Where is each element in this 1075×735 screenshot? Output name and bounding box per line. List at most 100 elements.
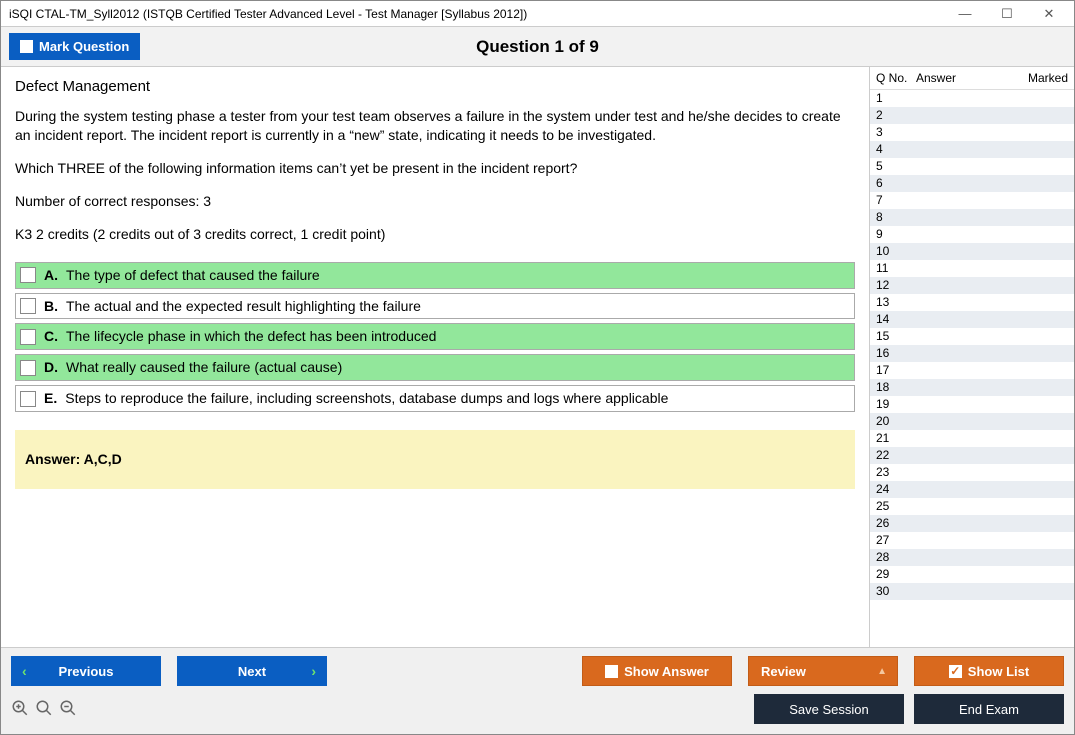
question-counter: Question 1 of 9	[1, 37, 1074, 57]
caret-up-icon: ▲	[877, 666, 887, 677]
zoom-out-icon[interactable]	[59, 699, 77, 720]
question-list-row[interactable]: 2	[870, 107, 1074, 124]
header-bar: Mark Question Question 1 of 9	[1, 27, 1074, 67]
question-list-row[interactable]: 20	[870, 413, 1074, 430]
question-list-row[interactable]: 15	[870, 328, 1074, 345]
question-number: 13	[876, 294, 916, 311]
question-list-row[interactable]: 21	[870, 430, 1074, 447]
question-number: 26	[876, 515, 916, 532]
question-number: 18	[876, 379, 916, 396]
question-number: 6	[876, 175, 916, 192]
show-answer-button[interactable]: Show Answer	[582, 656, 732, 686]
question-list-row[interactable]: 12	[870, 277, 1074, 294]
question-list[interactable]: 1234567891011121314151617181920212223242…	[870, 90, 1074, 647]
close-button[interactable]: ✕	[1028, 1, 1070, 27]
option-text: The lifecycle phase in which the defect …	[66, 327, 436, 346]
option-checkbox[interactable]	[20, 391, 36, 407]
minimize-button[interactable]: —	[944, 1, 986, 27]
option-letter: C.	[44, 327, 58, 346]
question-stem-1: During the system testing phase a tester…	[15, 107, 855, 145]
option-checkbox[interactable]	[20, 267, 36, 283]
question-stem-2: Which THREE of the following information…	[15, 159, 855, 178]
question-number: 3	[876, 124, 916, 141]
question-list-row[interactable]: 25	[870, 498, 1074, 515]
previous-button[interactable]: ‹ Previous	[11, 656, 161, 686]
show-list-button[interactable]: ✓ Show List	[914, 656, 1064, 686]
option-letter: A.	[44, 266, 58, 285]
option-text: The actual and the expected result highl…	[66, 297, 421, 316]
question-number: 19	[876, 396, 916, 413]
question-list-row[interactable]: 30	[870, 583, 1074, 600]
question-list-row[interactable]: 8	[870, 209, 1074, 226]
question-number: 22	[876, 447, 916, 464]
question-list-row[interactable]: 10	[870, 243, 1074, 260]
question-list-row[interactable]: 16	[870, 345, 1074, 362]
question-list-row[interactable]: 5	[870, 158, 1074, 175]
question-list-row[interactable]: 3	[870, 124, 1074, 141]
save-session-label: Save Session	[789, 702, 869, 717]
question-list-row[interactable]: 4	[870, 141, 1074, 158]
question-list-row[interactable]: 6	[870, 175, 1074, 192]
option-checkbox[interactable]	[20, 298, 36, 314]
question-list-row[interactable]: 18	[870, 379, 1074, 396]
question-list-row[interactable]: 24	[870, 481, 1074, 498]
zoom-reset-icon[interactable]	[35, 699, 53, 720]
save-session-button[interactable]: Save Session	[754, 694, 904, 724]
question-number: 15	[876, 328, 916, 345]
review-dropdown[interactable]: Review ▲	[748, 656, 898, 686]
question-number: 29	[876, 566, 916, 583]
maximize-button[interactable]: ☐	[986, 1, 1028, 27]
question-list-row[interactable]: 1	[870, 90, 1074, 107]
option-text: Steps to reproduce the failure, includin…	[65, 389, 668, 408]
question-list-row[interactable]: 29	[870, 566, 1074, 583]
footer: ‹ Previous Next › Show Answer Review ▲ ✓…	[1, 647, 1074, 734]
option-row[interactable]: A. The type of defect that caused the fa…	[15, 262, 855, 289]
question-list-panel: Q No. Answer Marked 12345678910111213141…	[869, 67, 1074, 647]
question-list-row[interactable]: 27	[870, 532, 1074, 549]
option-letter: E.	[44, 389, 57, 408]
question-list-row[interactable]: 19	[870, 396, 1074, 413]
question-list-row[interactable]: 13	[870, 294, 1074, 311]
col-qno: Q No.	[876, 71, 916, 85]
question-list-row[interactable]: 14	[870, 311, 1074, 328]
question-number: 17	[876, 362, 916, 379]
question-list-row[interactable]: 26	[870, 515, 1074, 532]
next-label: Next	[238, 664, 266, 679]
question-stem-4: K3 2 credits (2 credits out of 3 credits…	[15, 225, 855, 244]
review-label: Review	[761, 664, 806, 679]
question-list-row[interactable]: 7	[870, 192, 1074, 209]
question-list-row[interactable]: 23	[870, 464, 1074, 481]
show-list-label: Show List	[968, 664, 1029, 679]
question-number: 12	[876, 277, 916, 294]
titlebar: iSQI CTAL-TM_Syll2012 (ISTQB Certified T…	[1, 1, 1074, 27]
option-row[interactable]: B. The actual and the expected result hi…	[15, 293, 855, 320]
col-answer: Answer	[916, 71, 1013, 85]
option-letter: B.	[44, 297, 58, 316]
option-checkbox[interactable]	[20, 329, 36, 345]
question-list-row[interactable]: 9	[870, 226, 1074, 243]
question-pane: Defect Management During the system test…	[1, 67, 869, 647]
question-list-row[interactable]: 28	[870, 549, 1074, 566]
question-number: 21	[876, 430, 916, 447]
option-row[interactable]: E. Steps to reproduce the failure, inclu…	[15, 385, 855, 412]
question-number: 4	[876, 141, 916, 158]
end-exam-button[interactable]: End Exam	[914, 694, 1064, 724]
question-number: 14	[876, 311, 916, 328]
zoom-in-icon[interactable]	[11, 699, 29, 720]
mark-question-button[interactable]: Mark Question	[9, 33, 140, 60]
question-topic: Defect Management	[15, 77, 855, 97]
option-row[interactable]: C. The lifecycle phase in which the defe…	[15, 323, 855, 350]
options-list: A. The type of defect that caused the fa…	[15, 262, 855, 412]
question-list-row[interactable]: 22	[870, 447, 1074, 464]
question-list-row[interactable]: 17	[870, 362, 1074, 379]
question-list-row[interactable]: 11	[870, 260, 1074, 277]
option-text: What really caused the failure (actual c…	[66, 358, 342, 377]
question-number: 9	[876, 226, 916, 243]
option-row[interactable]: D. What really caused the failure (actua…	[15, 354, 855, 381]
question-number: 5	[876, 158, 916, 175]
question-number: 8	[876, 209, 916, 226]
question-number: 27	[876, 532, 916, 549]
option-checkbox[interactable]	[20, 360, 36, 376]
option-text: The type of defect that caused the failu…	[66, 266, 320, 285]
next-button[interactable]: Next ›	[177, 656, 327, 686]
